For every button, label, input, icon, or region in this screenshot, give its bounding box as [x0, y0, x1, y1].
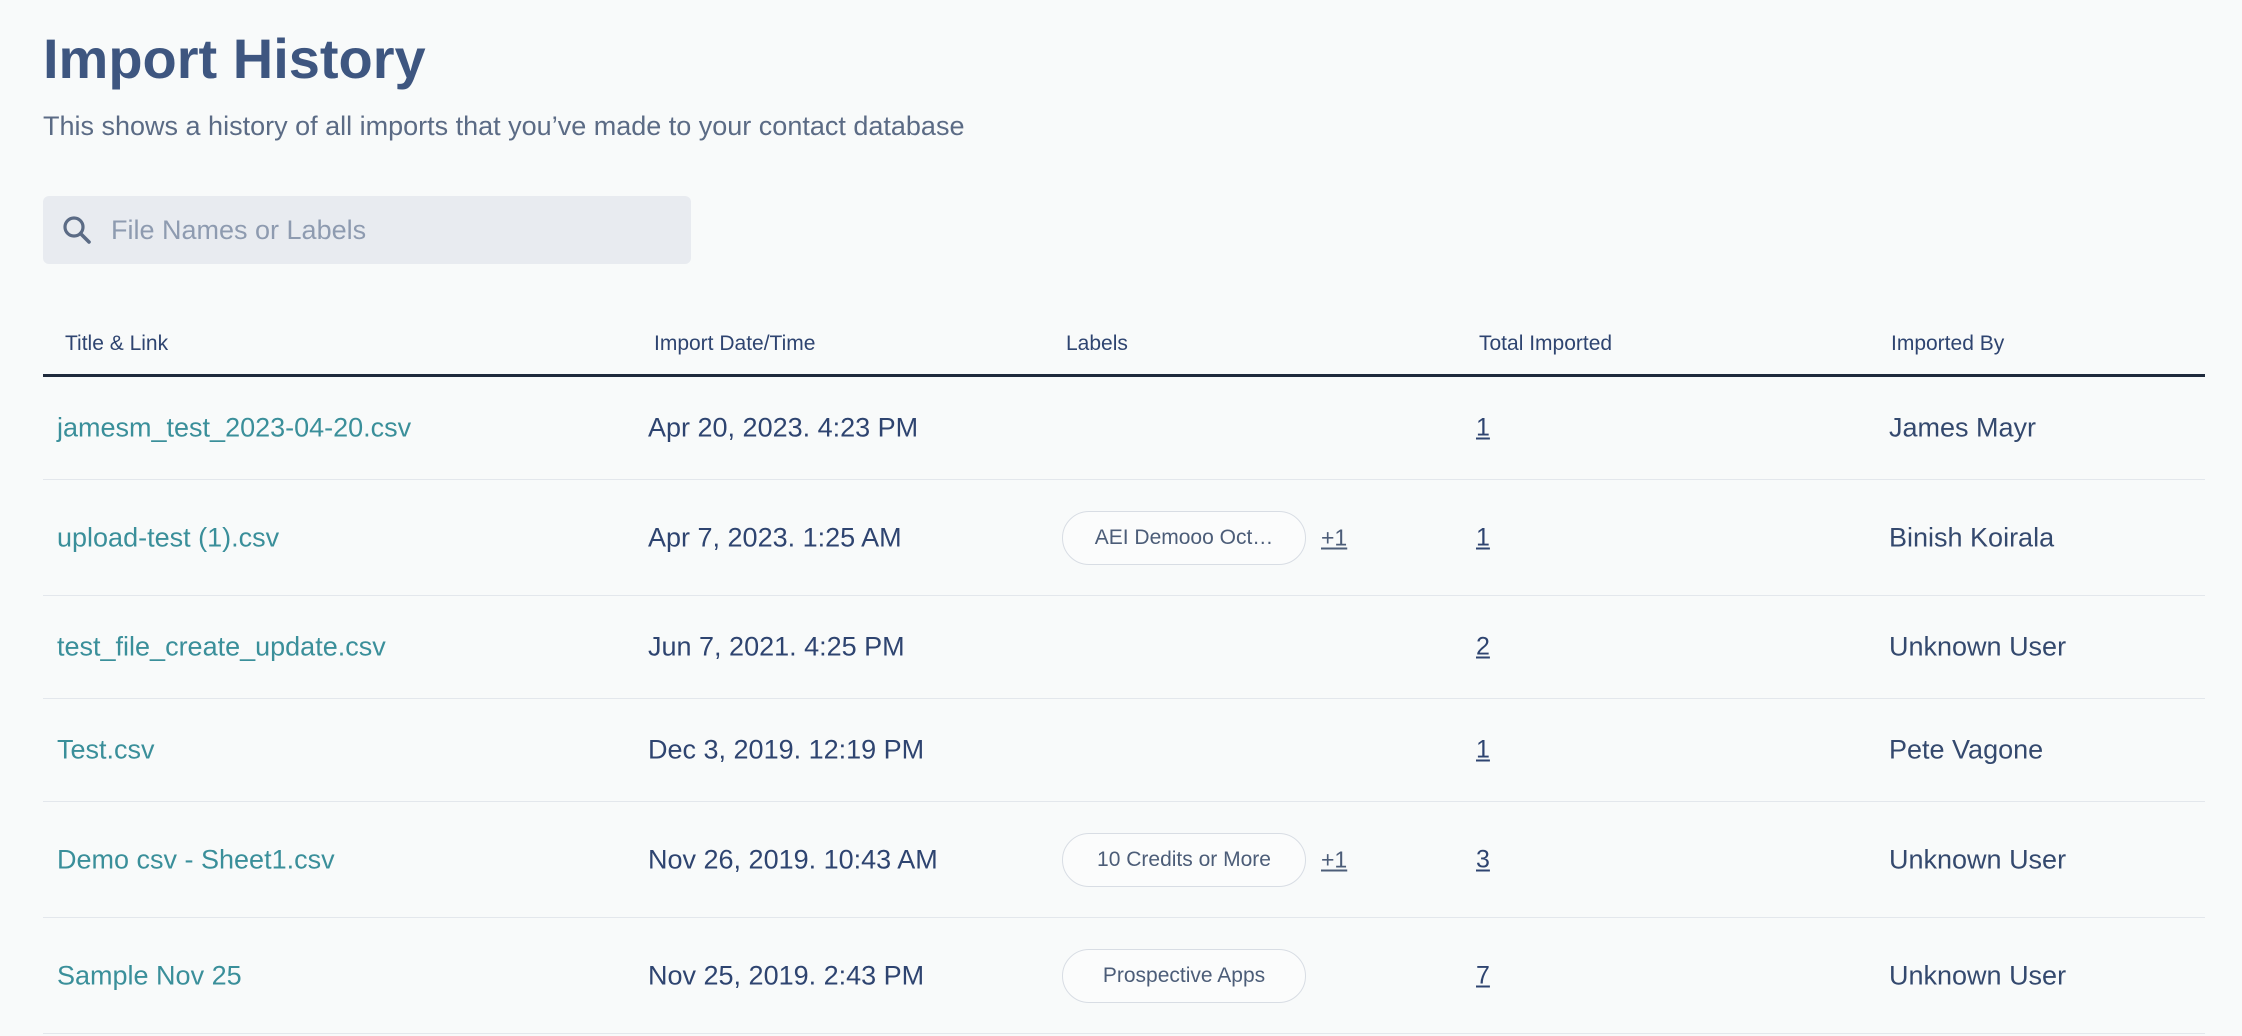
search-icon — [63, 216, 91, 244]
imported-by: Unknown User — [1889, 631, 2067, 662]
total-imported-link[interactable]: 3 — [1476, 845, 1490, 874]
page-title: Import History — [43, 27, 426, 90]
table-body: jamesm_test_2023-04-20.csv Apr 20, 2023. … — [43, 377, 2205, 1034]
total-imported-link[interactable]: 1 — [1476, 414, 1490, 443]
file-link[interactable]: test_file_create_update.csv — [57, 632, 386, 663]
import-date: Apr 7, 2023. 1:25 AM — [648, 522, 902, 552]
import-date: Dec 3, 2019. 12:19 PM — [648, 734, 925, 765]
column-header-labels[interactable]: Labels — [1066, 332, 1128, 356]
import-history-page: Import History This shows a history of a… — [0, 0, 2242, 1036]
table-row[interactable]: Demo csv - Sheet1.csv Nov 26, 2019. 10:43… — [43, 802, 2205, 918]
import-date: Jun 7, 2021. 4:25 PM — [648, 631, 905, 662]
file-link[interactable]: Sample Nov 25 — [57, 960, 242, 991]
import-date: Nov 25, 2019. 2:43 PM — [648, 960, 925, 990]
table-row[interactable]: Sample Nov 25 Nov 25, 2019. 2:43 PM Prospe… — [43, 918, 2205, 1034]
column-header-title[interactable]: Title & Link — [65, 332, 168, 356]
imported-by: Unknown User — [1889, 844, 2067, 874]
table-row[interactable]: upload-test (1).csv Apr 7, 2023. 1:25 AM A… — [43, 480, 2205, 596]
table-row[interactable]: jamesm_test_2023-04-20.csv Apr 20, 2023. … — [43, 377, 2205, 480]
import-date: Nov 26, 2019. 10:43 AM — [648, 844, 938, 874]
page-subtitle: This shows a history of all imports that… — [43, 111, 965, 141]
total-imported-link[interactable]: 1 — [1476, 523, 1490, 552]
column-header-total[interactable]: Total Imported — [1479, 332, 1612, 356]
file-link[interactable]: jamesm_test_2023-04-20.csv — [57, 413, 411, 444]
imported-by: Pete Vagone — [1889, 734, 2044, 765]
column-header-imported-by[interactable]: Imported By — [1891, 332, 2004, 356]
more-labels-link[interactable]: +1 — [1321, 846, 1347, 873]
file-link[interactable]: upload-test (1).csv — [57, 522, 279, 553]
imported-by: James Mayr — [1889, 412, 2037, 443]
total-imported-link[interactable]: 1 — [1476, 736, 1490, 765]
table-row[interactable]: test_file_create_update.csv Jun 7, 2021. … — [43, 596, 2205, 699]
label-chip[interactable]: Prospective Apps — [1062, 948, 1306, 1003]
file-link[interactable]: Demo csv - Sheet1.csv — [57, 844, 335, 875]
label-chip[interactable]: AEI Demooo Oct… — [1062, 510, 1306, 565]
column-header-date[interactable]: Import Date/Time — [654, 332, 815, 356]
total-imported-link[interactable]: 2 — [1476, 633, 1490, 662]
file-link[interactable]: Test.csv — [57, 735, 155, 766]
import-date: Apr 20, 2023. 4:23 PM — [648, 412, 919, 443]
table-header: Title & Link Import Date/Time Labels Tot… — [43, 320, 2205, 377]
more-labels-link[interactable]: +1 — [1321, 524, 1347, 551]
search-input[interactable] — [111, 196, 671, 264]
label-chip[interactable]: 10 Credits or More — [1062, 832, 1306, 887]
imported-by: Unknown User — [1889, 960, 2067, 990]
import-history-table: Title & Link Import Date/Time Labels Tot… — [43, 320, 2205, 1034]
total-imported-link[interactable]: 7 — [1476, 961, 1490, 990]
table-row[interactable]: Test.csv Dec 3, 2019. 12:19 PM 1 Pete Vagon… — [43, 699, 2205, 802]
search-box[interactable] — [43, 196, 691, 264]
imported-by: Binish Koirala — [1889, 522, 2055, 552]
